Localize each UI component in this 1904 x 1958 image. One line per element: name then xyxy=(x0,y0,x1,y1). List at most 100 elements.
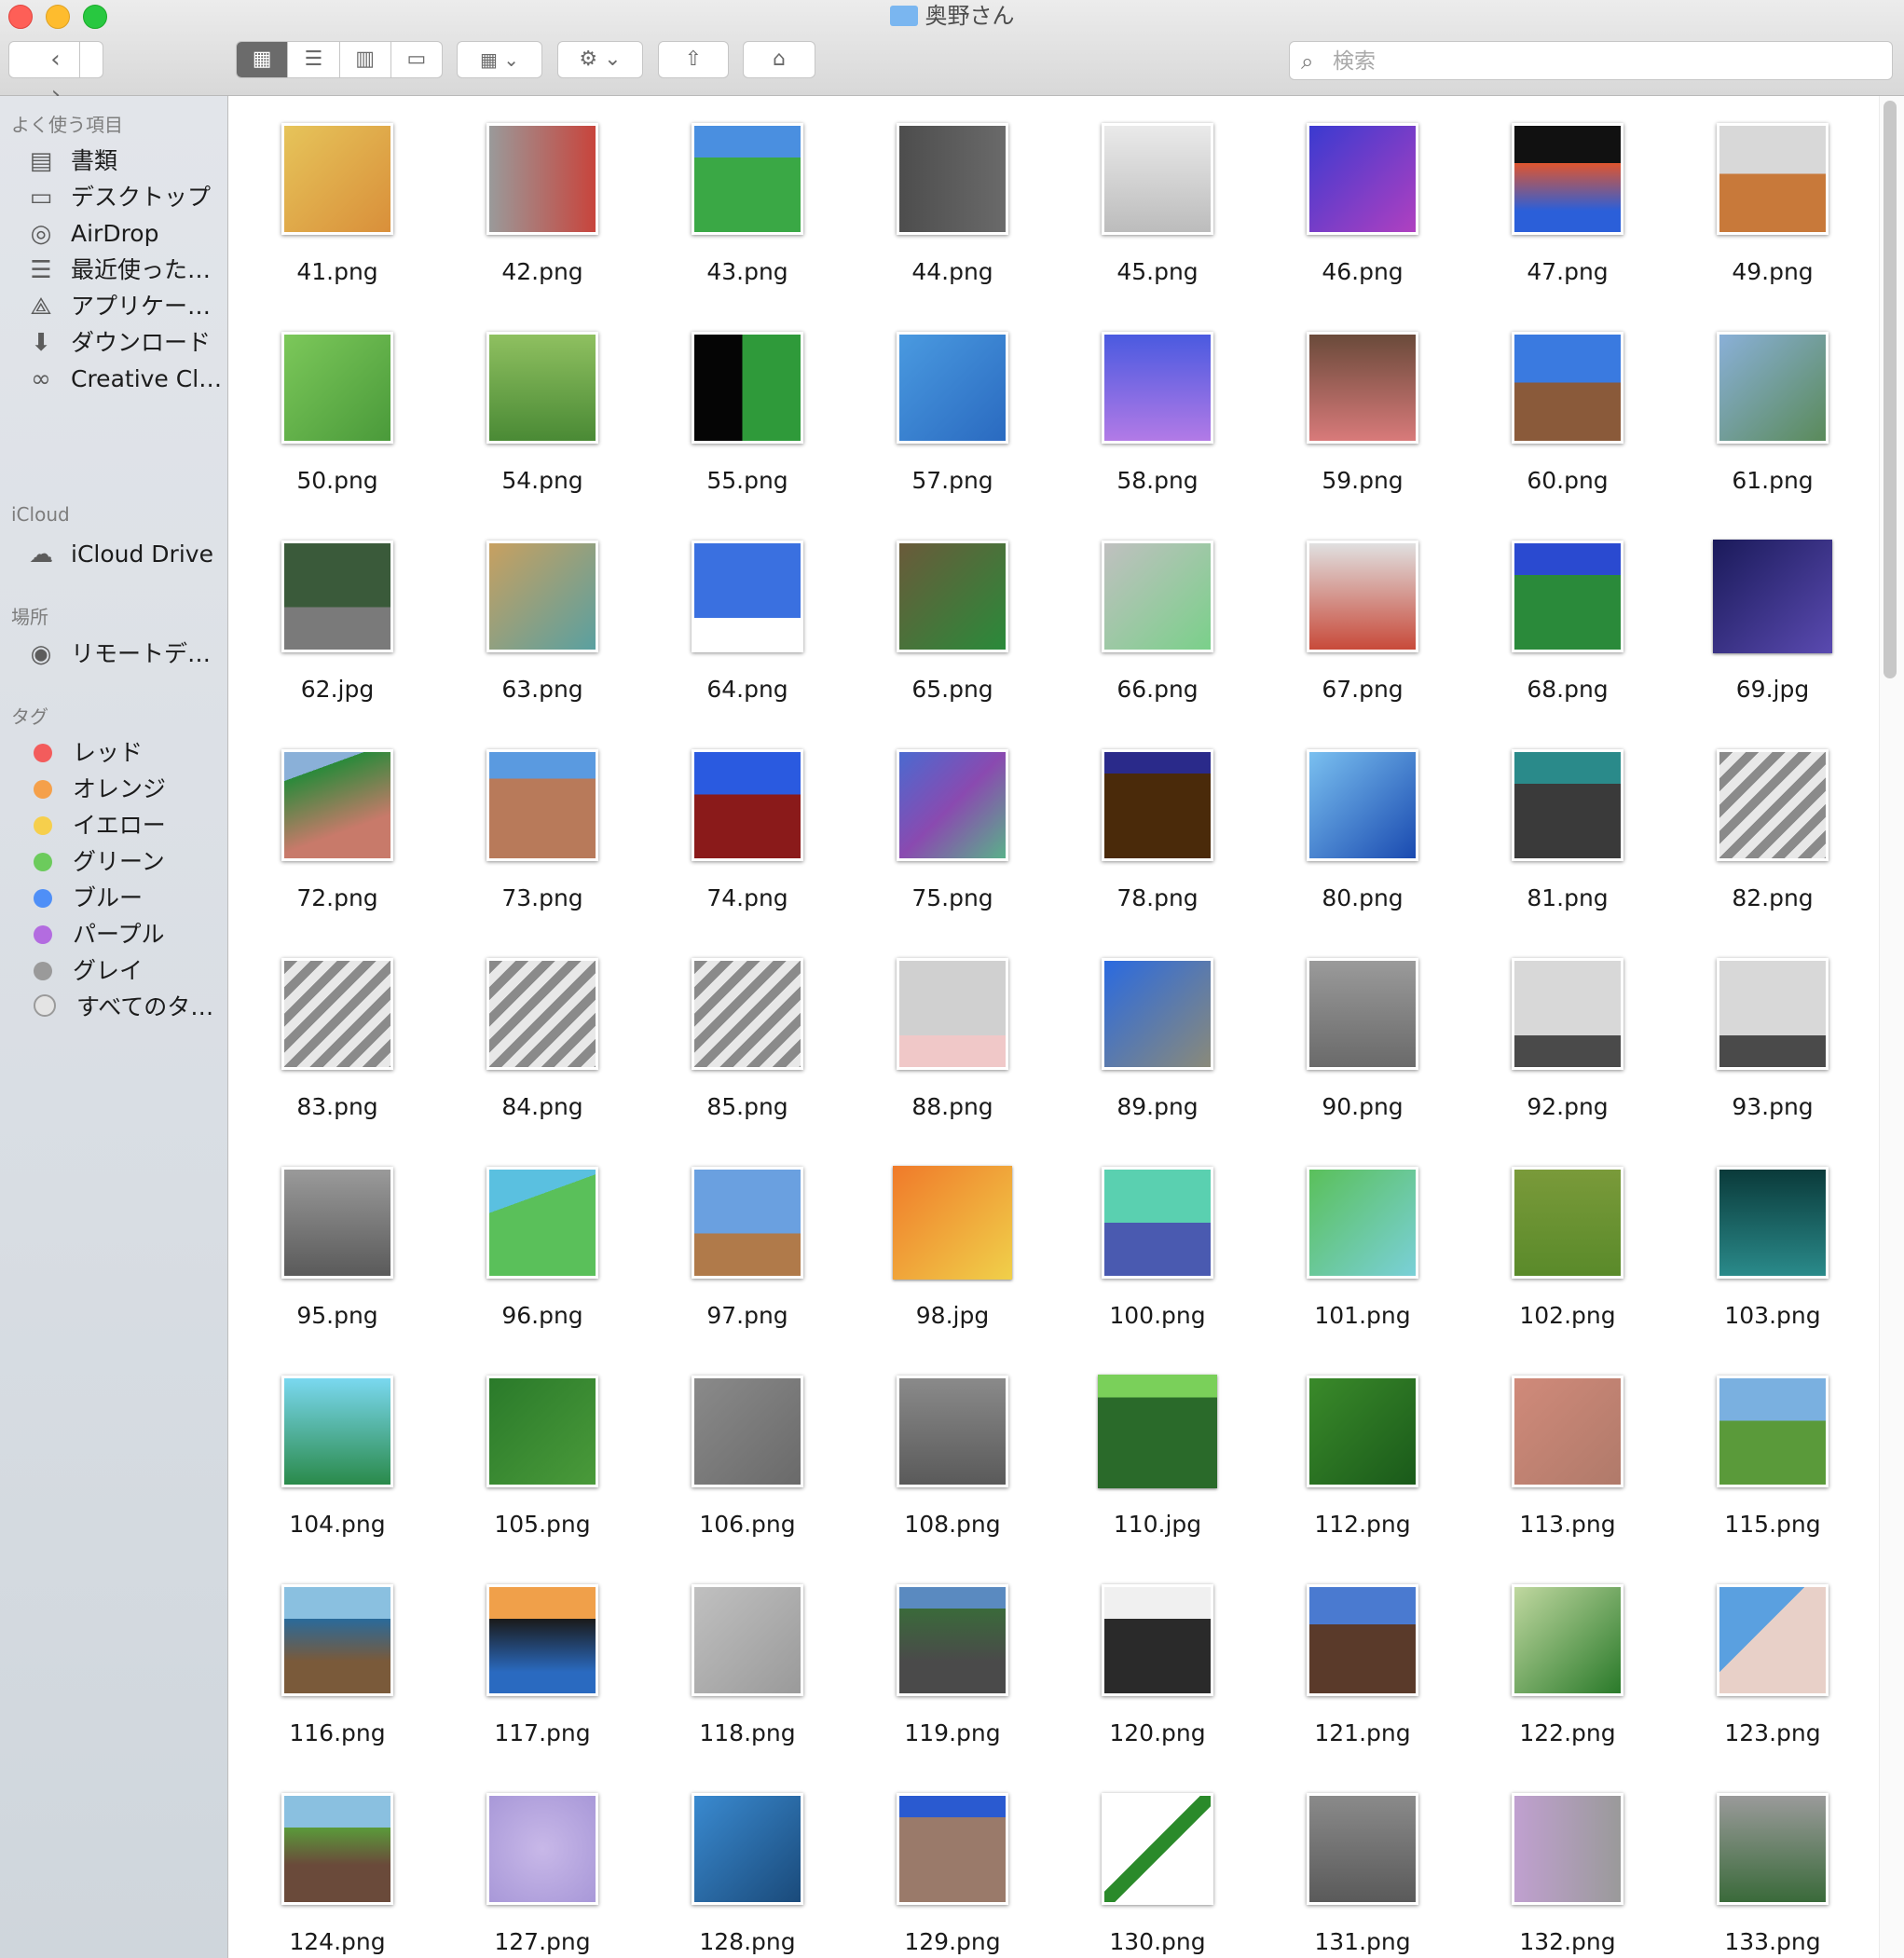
list-view-icon[interactable]: ☰ xyxy=(288,42,340,77)
file-item[interactable]: 74.png xyxy=(654,735,841,936)
gallery-view-icon[interactable]: ▭ xyxy=(391,42,442,77)
image-thumbnail[interactable] xyxy=(897,1376,1008,1487)
file-item[interactable]: 65.png xyxy=(859,527,1046,727)
file-item[interactable]: 97.png xyxy=(654,1153,841,1353)
image-thumbnail[interactable] xyxy=(692,749,803,861)
image-thumbnail[interactable] xyxy=(897,1584,1008,1696)
image-thumbnail[interactable] xyxy=(1717,332,1829,444)
image-thumbnail[interactable] xyxy=(281,332,393,444)
sidebar-item-favorite[interactable]: ▭ デスクトップ xyxy=(24,178,225,217)
image-thumbnail[interactable] xyxy=(1512,1584,1623,1696)
file-item[interactable]: 118.png xyxy=(654,1570,841,1771)
image-thumbnail[interactable] xyxy=(897,958,1008,1070)
sidebar-item-place[interactable]: ◉ リモートデ… xyxy=(24,635,225,674)
image-thumbnail[interactable] xyxy=(1512,541,1623,652)
image-thumbnail[interactable] xyxy=(692,958,803,1070)
image-thumbnail[interactable] xyxy=(897,541,1008,652)
file-item[interactable]: 61.png xyxy=(1679,318,1866,518)
sidebar-item-tag[interactable]: オレンジ xyxy=(24,770,225,809)
image-thumbnail[interactable] xyxy=(1307,1584,1418,1696)
sidebar-item-favorite[interactable]: ⟁ アプリケー… xyxy=(24,287,225,326)
file-item[interactable]: 121.png xyxy=(1269,1570,1456,1771)
file-item[interactable]: 60.png xyxy=(1474,318,1661,518)
share-button[interactable]: ⇧ xyxy=(658,41,729,78)
file-item[interactable]: 73.png xyxy=(449,735,636,936)
image-thumbnail[interactable] xyxy=(281,958,393,1070)
search-input[interactable] xyxy=(1331,46,1884,77)
file-item[interactable]: 63.png xyxy=(449,527,636,727)
file-item[interactable]: 120.png xyxy=(1064,1570,1251,1771)
file-item[interactable]: 50.png xyxy=(244,318,431,518)
image-thumbnail[interactable] xyxy=(1102,1167,1213,1279)
file-item[interactable]: 124.png xyxy=(244,1779,431,1958)
file-item[interactable]: 85.png xyxy=(654,944,841,1144)
image-thumbnail[interactable] xyxy=(1307,1376,1418,1487)
sidebar-item-tag[interactable]: グリーン xyxy=(24,842,225,882)
sidebar-item-tag[interactable]: ブルー xyxy=(24,879,225,918)
sidebar-item-tag[interactable]: すべてのタ… xyxy=(24,988,225,1027)
file-item[interactable]: 93.png xyxy=(1679,944,1866,1144)
file-item[interactable]: 59.png xyxy=(1269,318,1456,518)
image-thumbnail[interactable] xyxy=(692,1167,803,1279)
image-thumbnail[interactable] xyxy=(1512,1167,1623,1279)
file-item[interactable]: 49.png xyxy=(1679,109,1866,309)
file-item[interactable]: 88.png xyxy=(859,944,1046,1144)
file-item[interactable]: 129.png xyxy=(859,1779,1046,1958)
action-menu-button[interactable]: ⚙ ⌄ xyxy=(557,41,643,78)
image-thumbnail[interactable] xyxy=(692,1793,803,1905)
image-thumbnail[interactable] xyxy=(1102,1584,1213,1696)
image-thumbnail[interactable] xyxy=(1717,1584,1829,1696)
image-thumbnail[interactable] xyxy=(897,749,1008,861)
file-item[interactable]: 105.png xyxy=(449,1362,636,1562)
image-thumbnail[interactable] xyxy=(897,123,1008,235)
file-item[interactable]: 42.png xyxy=(449,109,636,309)
file-item[interactable]: 123.png xyxy=(1679,1570,1866,1771)
image-thumbnail[interactable] xyxy=(486,958,598,1070)
file-item[interactable]: 98.jpg xyxy=(859,1153,1046,1353)
image-thumbnail[interactable] xyxy=(1717,1167,1829,1279)
file-item[interactable]: 108.png xyxy=(859,1362,1046,1562)
back-button[interactable]: ‹ xyxy=(33,42,80,77)
image-thumbnail[interactable] xyxy=(281,541,393,652)
image-thumbnail[interactable] xyxy=(1102,123,1213,235)
file-item[interactable]: 72.png xyxy=(244,735,431,936)
file-item[interactable]: 110.jpg xyxy=(1064,1362,1251,1562)
image-thumbnail[interactable] xyxy=(1102,332,1213,444)
file-item[interactable]: 127.png xyxy=(449,1779,636,1958)
file-item[interactable]: 66.png xyxy=(1064,527,1251,727)
image-thumbnail[interactable] xyxy=(281,123,393,235)
sidebar-item-favorite[interactable]: ☰ 最近使った… xyxy=(24,251,225,290)
tag-button[interactable]: ⌂ xyxy=(743,41,815,78)
image-thumbnail[interactable] xyxy=(1717,958,1829,1070)
file-item[interactable]: 75.png xyxy=(859,735,1046,936)
file-item[interactable]: 112.png xyxy=(1269,1362,1456,1562)
image-thumbnail[interactable] xyxy=(486,1793,598,1905)
file-item[interactable]: 131.png xyxy=(1269,1779,1456,1958)
image-thumbnail[interactable] xyxy=(1102,958,1213,1070)
file-item[interactable]: 102.png xyxy=(1474,1153,1661,1353)
image-thumbnail[interactable] xyxy=(1717,749,1829,861)
file-item[interactable]: 128.png xyxy=(654,1779,841,1958)
file-item[interactable]: 132.png xyxy=(1474,1779,1661,1958)
file-item[interactable]: 115.png xyxy=(1679,1362,1866,1562)
file-item[interactable]: 58.png xyxy=(1064,318,1251,518)
sidebar-item-tag[interactable]: レッド xyxy=(24,733,225,773)
image-thumbnail[interactable] xyxy=(1098,1375,1217,1488)
grid-view-icon[interactable]: ▦ xyxy=(237,42,289,77)
file-item[interactable]: 106.png xyxy=(654,1362,841,1562)
file-item[interactable]: 69.jpg xyxy=(1679,527,1866,727)
sidebar-item-favorite[interactable]: ▤ 書類 xyxy=(24,142,225,181)
image-thumbnail[interactable] xyxy=(1307,541,1418,652)
file-item[interactable]: 104.png xyxy=(244,1362,431,1562)
file-item[interactable]: 100.png xyxy=(1064,1153,1251,1353)
file-item[interactable]: 55.png xyxy=(654,318,841,518)
file-item[interactable]: 130.png xyxy=(1064,1779,1251,1958)
image-thumbnail[interactable] xyxy=(486,1376,598,1487)
file-item[interactable]: 47.png xyxy=(1474,109,1661,309)
image-thumbnail[interactable] xyxy=(486,749,598,861)
image-thumbnail[interactable] xyxy=(486,1167,598,1279)
image-thumbnail[interactable] xyxy=(1717,123,1829,235)
image-thumbnail[interactable] xyxy=(486,332,598,444)
file-item[interactable]: 62.jpg xyxy=(244,527,431,727)
file-item[interactable]: 96.png xyxy=(449,1153,636,1353)
